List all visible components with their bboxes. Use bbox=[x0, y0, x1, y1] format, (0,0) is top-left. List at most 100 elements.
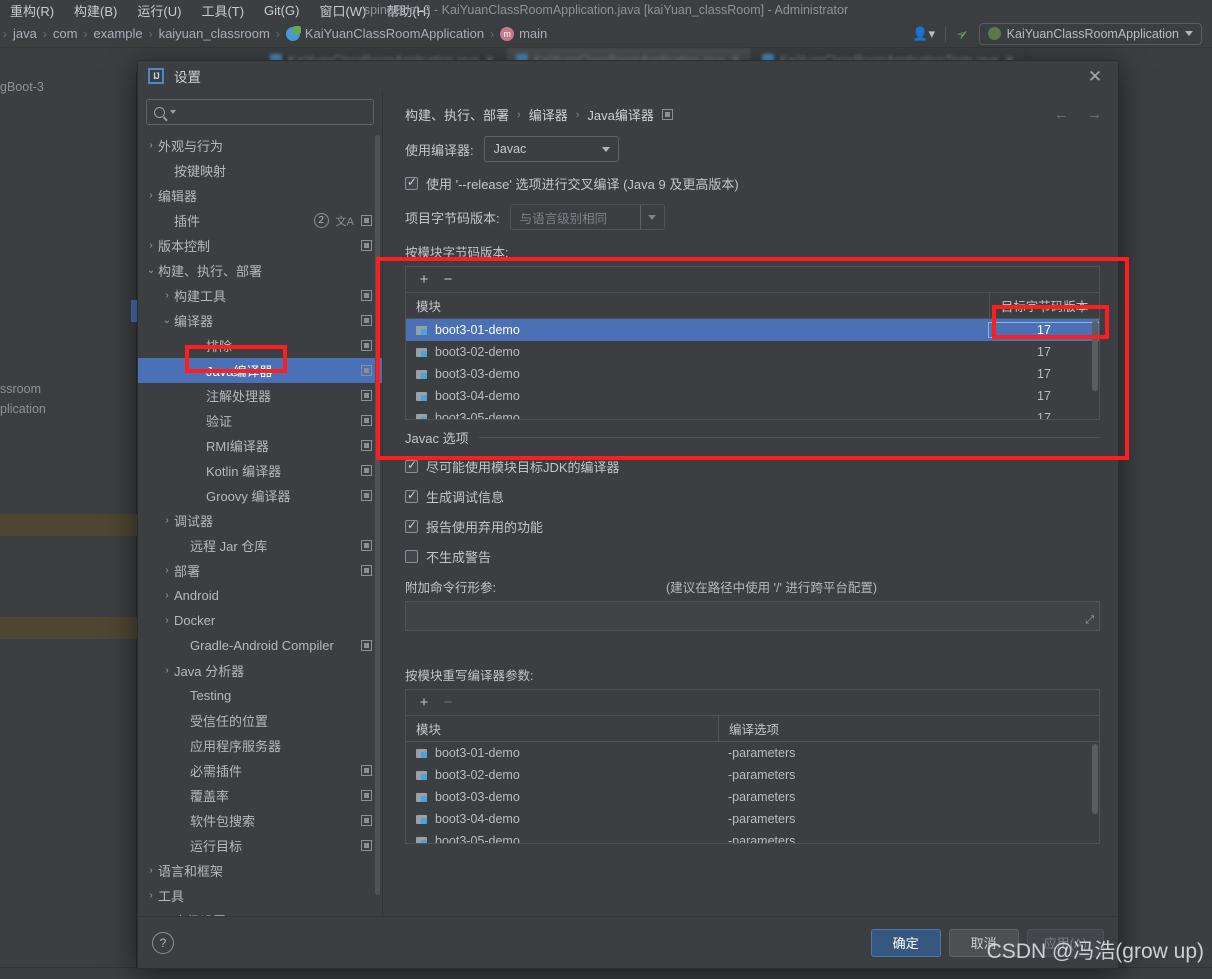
cell-compile-options[interactable]: -parameters bbox=[718, 790, 1099, 804]
settings-icon[interactable] bbox=[361, 215, 372, 226]
sidebar-item-27[interactable]: ›软件包搜索 bbox=[138, 808, 382, 833]
settings-icon[interactable] bbox=[361, 390, 372, 401]
nav-crumb-class[interactable]: KaiYuanClassRoomApplication bbox=[283, 25, 487, 41]
back-arrow-icon[interactable]: ← bbox=[1054, 106, 1069, 123]
sidebar-item-22[interactable]: ›Testing bbox=[138, 683, 382, 708]
add-button[interactable]: + bbox=[414, 270, 434, 290]
breadcrumb-item-compiler[interactable]: 编译器 bbox=[529, 105, 568, 124]
sidebar-item-18[interactable]: › Android bbox=[138, 583, 382, 608]
table-row[interactable]: boot3-02-demo -parameters bbox=[406, 764, 1099, 786]
sidebar-item-26[interactable]: ›覆盖率 bbox=[138, 783, 382, 808]
chevron-right-icon[interactable]: › bbox=[160, 290, 174, 301]
cell-target-version[interactable]: 17 bbox=[988, 322, 1099, 338]
sidebar-item-10[interactable]: ›注解处理器 bbox=[138, 383, 382, 408]
table-row[interactable]: boot3-01-demo -parameters bbox=[406, 742, 1099, 764]
cell-target-version[interactable]: 17 bbox=[989, 389, 1099, 403]
menu-item-help[interactable]: 帮助(H) bbox=[376, 1, 440, 20]
settings-icon[interactable] bbox=[361, 640, 372, 651]
ok-button[interactable]: 确定 bbox=[870, 928, 941, 957]
chevron-right-icon[interactable]: › bbox=[144, 190, 158, 201]
chevron-right-icon[interactable]: › bbox=[160, 615, 174, 626]
settings-icon[interactable] bbox=[361, 340, 372, 351]
column-header-compile-options[interactable]: 编译选项 bbox=[718, 716, 1099, 741]
cell-compile-options[interactable]: -parameters bbox=[718, 746, 1099, 760]
cell-target-version[interactable]: 17 bbox=[989, 345, 1099, 359]
chevron-right-icon[interactable]: › bbox=[144, 140, 158, 151]
settings-icon[interactable] bbox=[361, 365, 372, 376]
sidebar-item-21[interactable]: › Java 分析器 bbox=[138, 658, 382, 683]
expand-icon[interactable]: ⤢ bbox=[1085, 614, 1094, 627]
translate-icon[interactable]: 文A bbox=[336, 213, 354, 229]
remove-button[interactable]: − bbox=[438, 270, 458, 290]
chevron-right-icon[interactable]: › bbox=[144, 890, 158, 901]
run-configuration-selector[interactable]: KaiYuanClassRoomApplication bbox=[978, 22, 1202, 45]
settings-tree[interactable]: ›外观与行为›按键映射›编辑器›插件2文A›版本控制⌄构建、执行、部署›构建工具… bbox=[138, 131, 382, 916]
settings-icon[interactable] bbox=[661, 109, 673, 120]
settings-icon[interactable] bbox=[361, 240, 372, 251]
menu-item-build[interactable]: 构建(B) bbox=[64, 1, 127, 20]
settings-icon[interactable] bbox=[361, 490, 372, 501]
close-icon[interactable]: ✕ bbox=[1082, 65, 1108, 87]
nav-crumb-method[interactable]: m main bbox=[497, 26, 550, 41]
table-row[interactable]: boot3-05-demo 17 bbox=[406, 407, 1099, 419]
sidebar-item-2[interactable]: › 编辑器 bbox=[138, 183, 382, 208]
table-row[interactable]: boot3-04-demo -parameters bbox=[406, 808, 1099, 830]
cell-compile-options[interactable]: -parameters bbox=[718, 834, 1099, 843]
breadcrumb-item-build[interactable]: 构建、执行、部署 bbox=[405, 105, 509, 124]
sidebar-item-24[interactable]: ›应用程序服务器 bbox=[138, 733, 382, 758]
chevron-right-icon[interactable]: › bbox=[144, 240, 158, 251]
javac-checkbox-1[interactable]: 生成调试信息 bbox=[405, 487, 1100, 506]
settings-icon[interactable] bbox=[361, 815, 372, 826]
build-hammer-icon[interactable]: ➢ bbox=[952, 23, 973, 44]
sidebar-item-25[interactable]: ›必需插件 bbox=[138, 758, 382, 783]
sidebar-item-0[interactable]: › 外观与行为 bbox=[138, 133, 382, 158]
table-row[interactable]: boot3-04-demo 17 bbox=[406, 385, 1099, 407]
settings-icon[interactable] bbox=[361, 565, 372, 576]
override-table-scrollbar[interactable] bbox=[1092, 744, 1098, 814]
settings-icon[interactable] bbox=[361, 540, 372, 551]
cell-compile-options[interactable]: -parameters bbox=[718, 812, 1099, 826]
bytecode-table-scrollbar[interactable] bbox=[1092, 321, 1098, 391]
sidebar-item-8[interactable]: ›排除 bbox=[138, 333, 382, 358]
search-box[interactable] bbox=[146, 99, 374, 125]
sidebar-item-31[interactable]: ›高级设置 bbox=[138, 908, 382, 916]
sidebar-item-16[interactable]: ›远程 Jar 仓库 bbox=[138, 533, 382, 558]
forward-arrow-icon[interactable]: → bbox=[1087, 106, 1102, 123]
settings-icon[interactable] bbox=[361, 315, 372, 326]
sidebar-item-6[interactable]: › 构建工具 bbox=[138, 283, 382, 308]
chevron-right-icon[interactable]: › bbox=[144, 865, 158, 876]
chevron-right-icon[interactable]: › bbox=[160, 665, 174, 676]
menu-item-tools[interactable]: 工具(T) bbox=[191, 1, 254, 20]
sidebar-item-11[interactable]: ›验证 bbox=[138, 408, 382, 433]
settings-icon[interactable] bbox=[361, 290, 372, 301]
sidebar-item-14[interactable]: ›Groovy 编译器 bbox=[138, 483, 382, 508]
sidebar-item-17[interactable]: › 部署 bbox=[138, 558, 382, 583]
table-row[interactable]: boot3-03-demo 17 bbox=[406, 363, 1099, 385]
sidebar-item-3[interactable]: ›插件2文A bbox=[138, 208, 382, 233]
search-input[interactable] bbox=[180, 104, 366, 120]
settings-icon[interactable] bbox=[361, 415, 372, 426]
column-header-target-bytecode[interactable]: 目标字节码版本 bbox=[989, 293, 1099, 318]
nav-crumb-package[interactable]: kaiyuan_classroom bbox=[156, 26, 273, 41]
sidebar-item-29[interactable]: › 语言和框架 bbox=[138, 858, 382, 883]
chevron-right-icon[interactable]: › bbox=[160, 515, 174, 526]
menu-item-refactor[interactable]: 重构(R) bbox=[0, 1, 64, 20]
project-bytecode-select[interactable]: 与语言级别相同 bbox=[509, 204, 665, 230]
settings-icon[interactable] bbox=[361, 765, 372, 776]
sidebar-item-15[interactable]: › 调试器 bbox=[138, 508, 382, 533]
table-row[interactable]: boot3-01-demo 17 bbox=[406, 319, 1099, 341]
sidebar-item-1[interactable]: ›按键映射 bbox=[138, 158, 382, 183]
menu-item-window[interactable]: 窗口(W) bbox=[309, 1, 376, 20]
table-row[interactable]: boot3-05-demo -parameters bbox=[406, 830, 1099, 843]
nav-crumb-com[interactable]: com bbox=[50, 26, 81, 41]
release-option-checkbox[interactable]: 使用 '--release' 选项进行交叉编译 (Java 9 及更高版本) bbox=[405, 174, 1100, 193]
sidebar-item-19[interactable]: › Docker bbox=[138, 608, 382, 633]
remove-button[interactable]: − bbox=[438, 693, 458, 713]
sidebar-item-20[interactable]: ›Gradle-Android Compiler bbox=[138, 633, 382, 658]
sidebar-item-4[interactable]: › 版本控制 bbox=[138, 233, 382, 258]
sidebar-item-13[interactable]: ›Kotlin 编译器 bbox=[138, 458, 382, 483]
javac-checkbox-0[interactable]: 尽可能使用模块目标JDK的编译器 bbox=[405, 457, 1100, 476]
sidebar-item-7[interactable]: ⌄ 编译器 bbox=[138, 308, 382, 333]
nav-crumb-example[interactable]: example bbox=[90, 26, 145, 41]
chevron-right-icon[interactable]: › bbox=[160, 590, 174, 601]
